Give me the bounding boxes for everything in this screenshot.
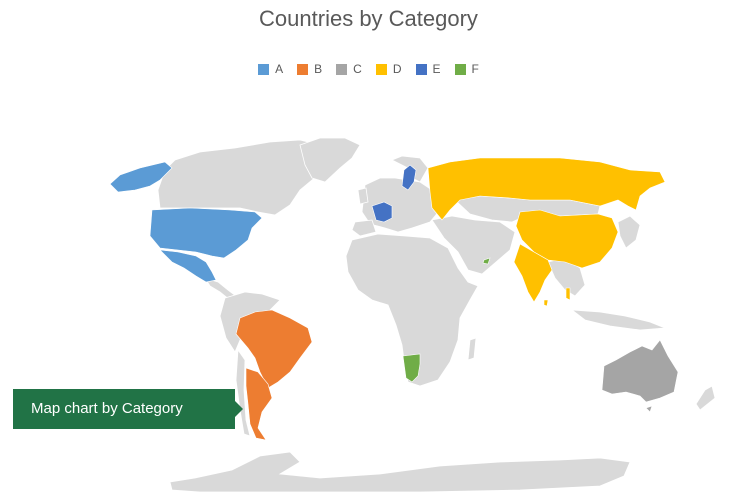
- country-indonesia[interactable]: [570, 309, 666, 331]
- callout-text: Map chart by Category: [13, 389, 235, 429]
- country-antarctica[interactable]: [169, 451, 631, 493]
- callout-label: Map chart by Category: [13, 389, 243, 429]
- country-iberia[interactable]: [351, 219, 377, 237]
- country-tasmania[interactable]: [645, 405, 653, 413]
- country-new-zealand[interactable]: [695, 385, 716, 411]
- country-sri-lanka[interactable]: [543, 299, 549, 307]
- country-korea-japan[interactable]: [617, 215, 641, 249]
- country-madagascar[interactable]: [467, 337, 477, 361]
- country-malaysia[interactable]: [565, 287, 571, 301]
- country-uk[interactable]: [357, 187, 369, 205]
- callout-arrow-icon: [235, 401, 243, 417]
- country-australia[interactable]: [601, 339, 679, 403]
